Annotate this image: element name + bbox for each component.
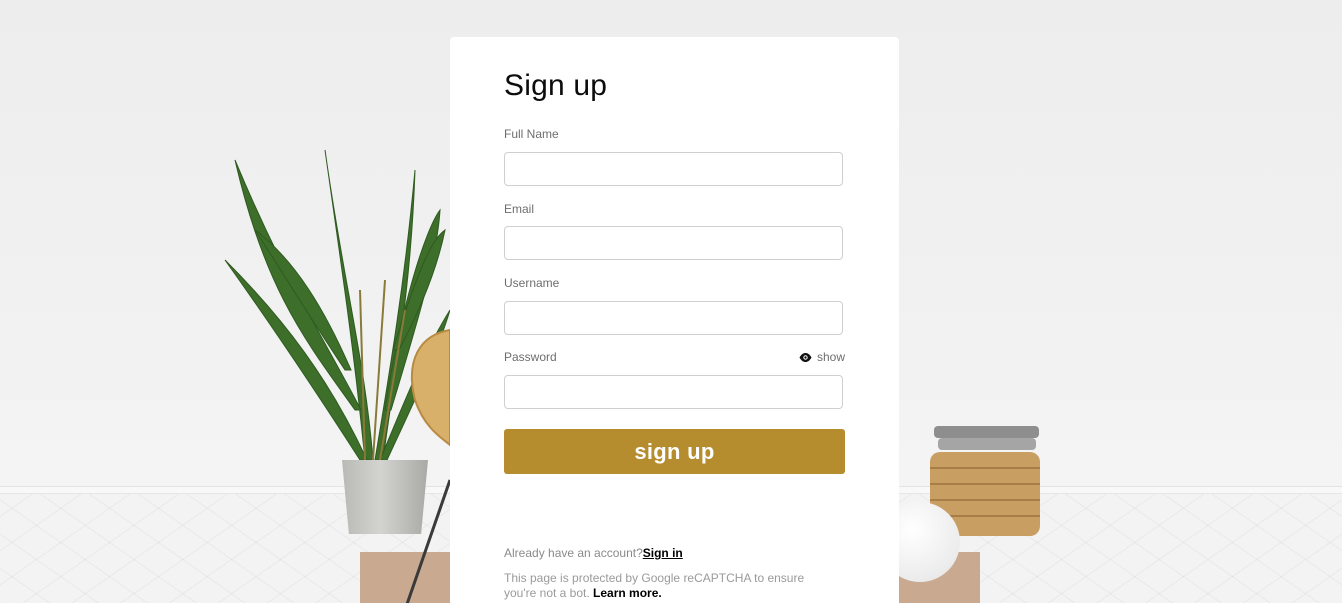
password-input[interactable] — [504, 375, 843, 409]
background-scene: Sign up Full Name Email Username Passwor… — [0, 0, 1342, 603]
learn-more-link[interactable]: Learn more. — [593, 586, 662, 600]
sign-in-link[interactable]: Sign in — [643, 546, 683, 560]
password-label: Password — [504, 350, 557, 364]
show-password-toggle[interactable]: show — [799, 350, 845, 364]
page-title: Sign up — [504, 69, 608, 102]
email-label: Email — [504, 202, 535, 216]
full-name-label: Full Name — [504, 127, 559, 141]
email-input[interactable] — [504, 226, 843, 260]
username-label: Username — [504, 276, 560, 290]
sign-up-button[interactable]: sign up — [504, 429, 845, 474]
signup-card: Sign up Full Name Email Username Passwor… — [450, 37, 899, 603]
full-name-input[interactable] — [504, 152, 843, 186]
recaptcha-notice: This page is protected by Google reCAPTC… — [504, 571, 834, 601]
signin-prompt: Already have an account?Sign in — [504, 546, 683, 560]
show-password-label: show — [816, 350, 845, 364]
username-input[interactable] — [504, 301, 843, 335]
eye-icon — [799, 352, 812, 362]
signin-prompt-text: Already have an account? — [504, 546, 643, 560]
